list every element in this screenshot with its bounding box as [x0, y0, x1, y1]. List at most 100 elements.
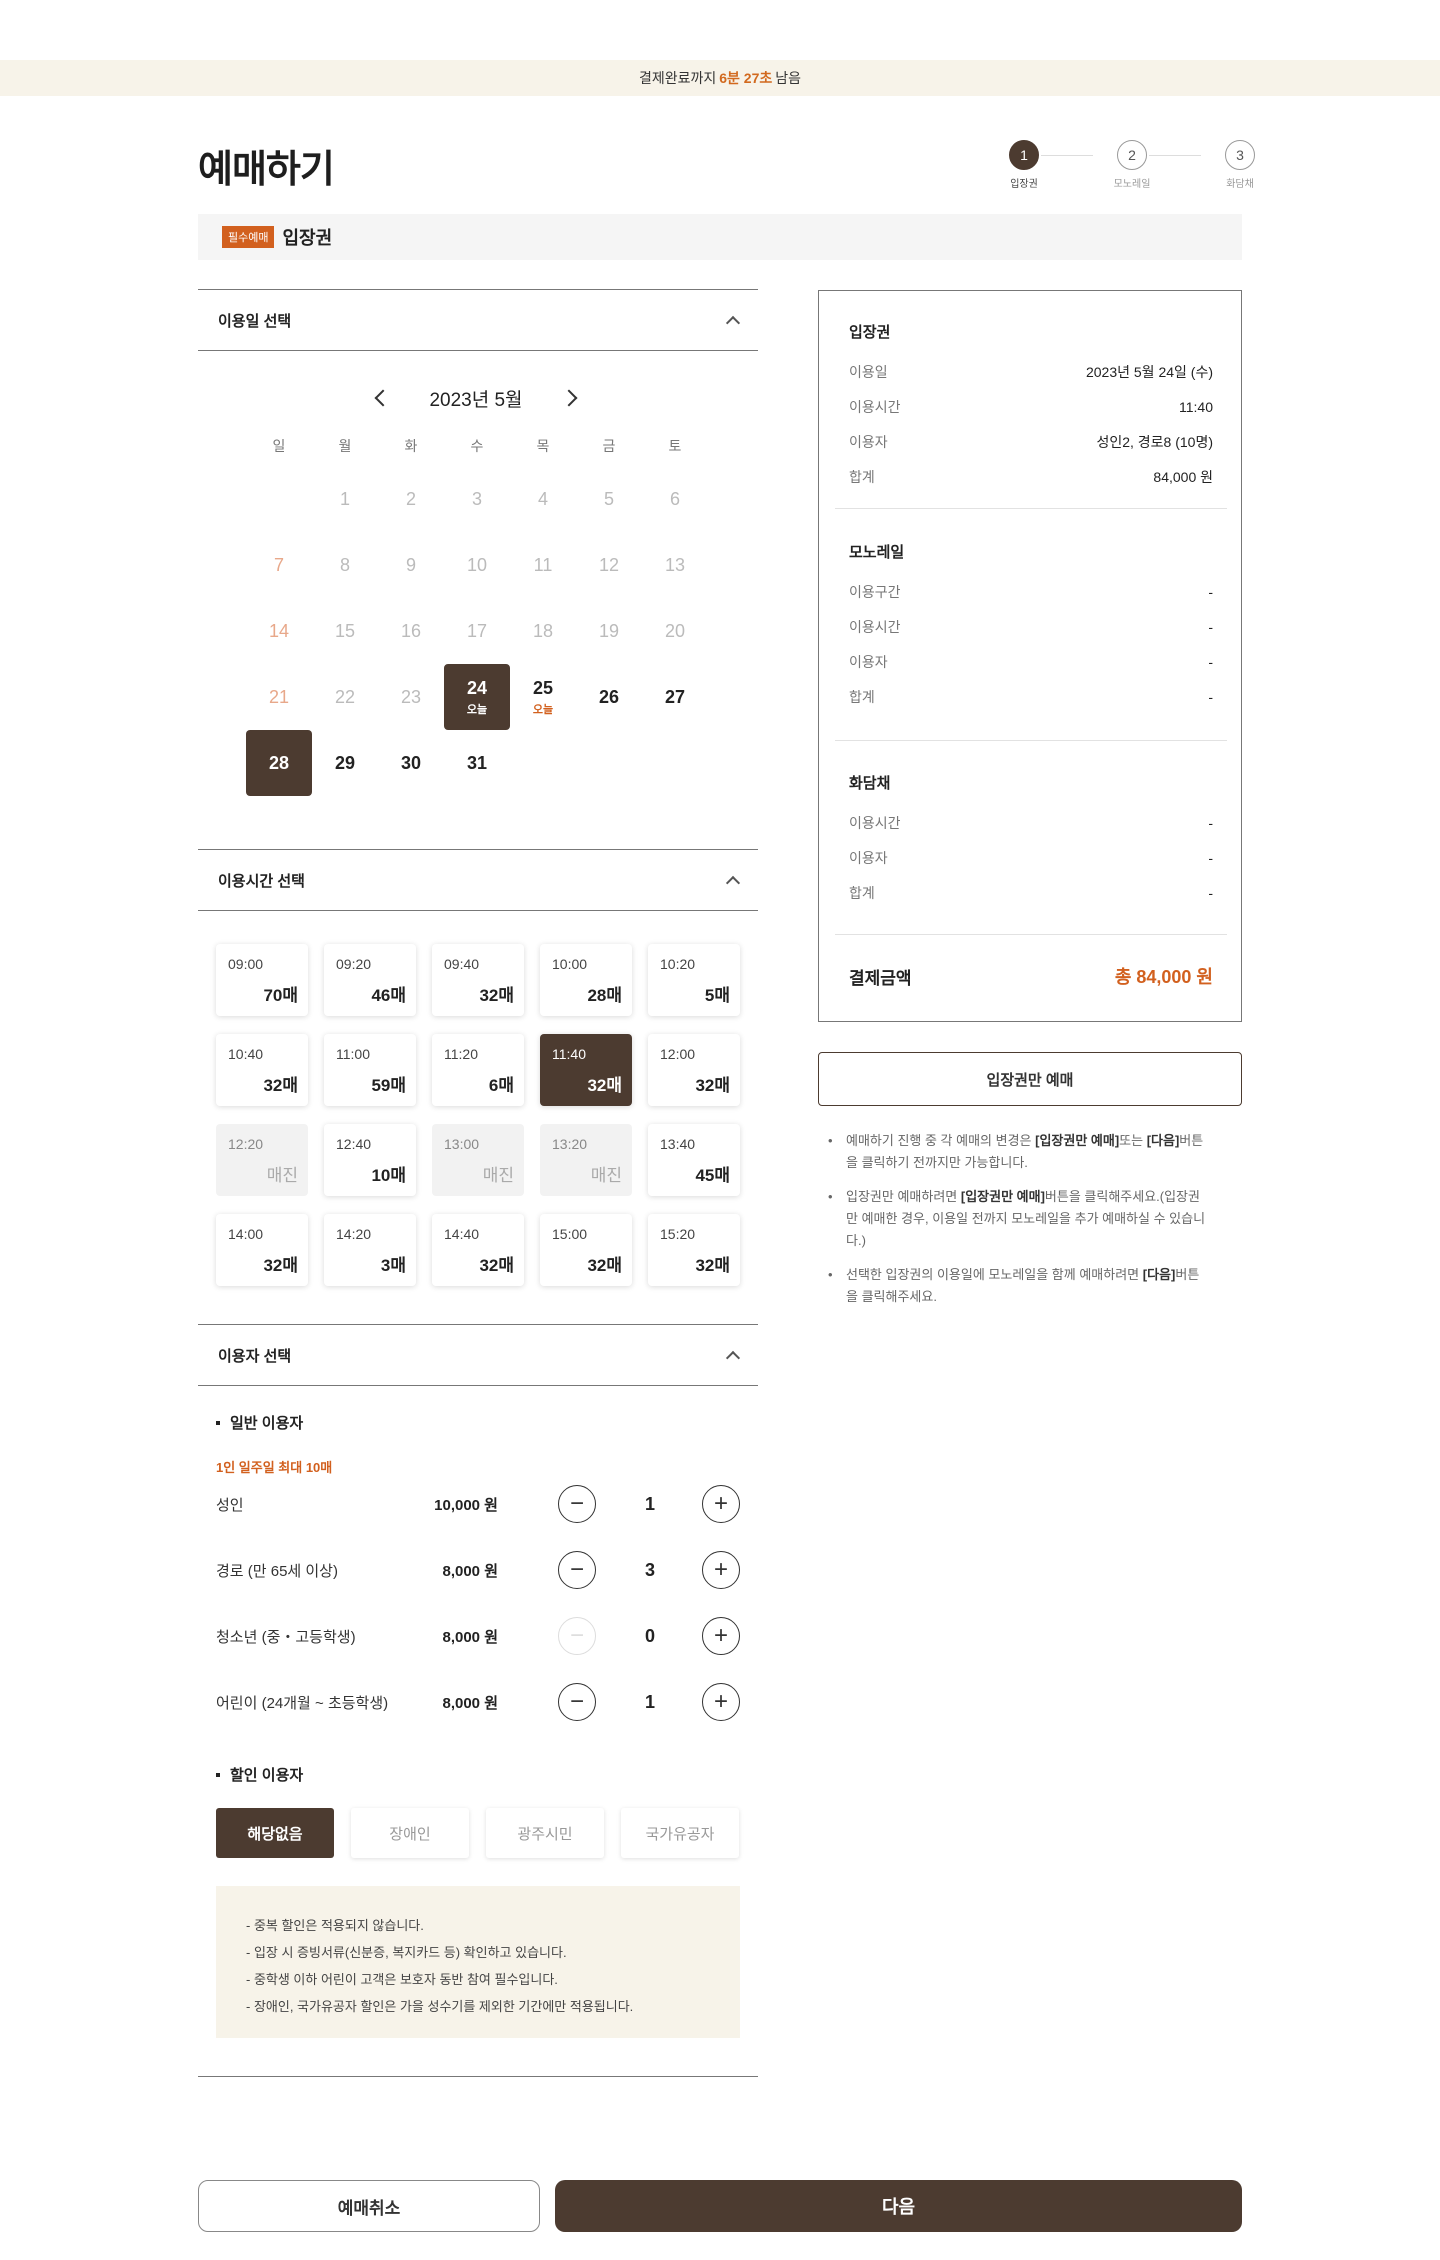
discount-option[interactable]: 광주시민 — [486, 1808, 604, 1858]
chevron-right-icon[interactable] — [560, 389, 578, 407]
plus-icon[interactable]: + — [702, 1617, 740, 1655]
calendar-day[interactable]: 27 — [642, 664, 708, 730]
calendar-day[interactable]: 26 — [576, 664, 642, 730]
divider — [835, 508, 1227, 509]
day-number: 29 — [334, 752, 356, 773]
minus-icon[interactable]: − — [558, 1551, 596, 1589]
minus-icon[interactable]: − — [558, 1683, 596, 1721]
calendar-day: 12 — [576, 532, 642, 598]
day-number: 20 — [664, 620, 686, 641]
time-slot[interactable]: 15:00 32매 — [540, 1214, 632, 1286]
info-item: 예매하기 진행 중 각 예매의 변경은 [입장권만 예매]또는 [다음]버튼을 … — [828, 1130, 1208, 1174]
time-slot[interactable]: 10:00 28매 — [540, 944, 632, 1016]
timer-prefix: 결제완료까지 — [638, 70, 717, 86]
info-emphasis: [입장권만 예매] — [960, 1189, 1045, 1204]
time-slot[interactable]: 14:00 32매 — [216, 1214, 308, 1286]
time-slot-grid: 09:00 70매 09:20 46매 09:40 32매 10:00 28매 10:20 5매 1… — [216, 944, 740, 1286]
calendar-day[interactable]: 30 — [378, 730, 444, 796]
time-slot[interactable]: 12:40 10매 — [324, 1124, 416, 1196]
calendar-day[interactable]: 25 오늘 — [510, 664, 576, 730]
day-number: 5 — [603, 488, 614, 509]
chevron-left-icon[interactable] — [374, 389, 392, 407]
purchase-limit: 1인 일주일 최대 10매 — [216, 1460, 333, 1475]
plus-icon[interactable]: + — [702, 1551, 740, 1589]
calendar-day: 19 — [576, 598, 642, 664]
discount-option[interactable]: 해당없음 — [216, 1808, 334, 1858]
summary-monorail: 모노레일 이용구간 - 이용시간 - 이용자 - 합계 - — [849, 541, 1213, 714]
order-summary: 입장권 이용일 2023년 5월 24일 (수) 이용시간 11:40 이용자 성인2, … — [818, 290, 1242, 1022]
weekday-label: 목 — [536, 438, 550, 454]
total-value: 총 84,000 원 — [1114, 967, 1213, 987]
next-button[interactable]: 다음 — [555, 2180, 1242, 2232]
day-number: 8 — [339, 554, 350, 575]
slot-time: 11:40 — [552, 1046, 586, 1062]
time-slot[interactable]: 12:00 32매 — [648, 1034, 740, 1106]
time-slot[interactable]: 09:00 70매 — [216, 944, 308, 1016]
time-slot[interactable]: 14:40 32매 — [432, 1214, 524, 1286]
calendar-day: 17 — [444, 598, 510, 664]
quantity-value: 3 — [644, 1559, 655, 1580]
note-line: - 장애인, 국가유공자 할인은 가을 성수기를 제외한 기간에만 적용됩니다. — [246, 1999, 634, 2014]
time-slot[interactable]: 10:40 32매 — [216, 1034, 308, 1106]
minus-icon[interactable]: − — [558, 1485, 596, 1523]
summary-row: 합계 - — [849, 679, 1213, 714]
day-number: 27 — [664, 686, 686, 707]
discount-option[interactable]: 국가유공자 — [621, 1808, 739, 1858]
time-slot[interactable]: 15:20 32매 — [648, 1214, 740, 1286]
time-slot[interactable]: 10:20 5매 — [648, 944, 740, 1016]
ticket-only-button[interactable]: 입장권만 예매 — [818, 1052, 1242, 1106]
progress-stepper: 1 입장권 2 모노레일 3 화담채 — [994, 140, 1255, 190]
summary-key: 이용자 — [849, 849, 888, 866]
slot-time: 15:00 — [552, 1226, 588, 1242]
time-slot[interactable]: 13:40 45매 — [648, 1124, 740, 1196]
time-accordion-header[interactable]: 이용시간 선택 — [198, 849, 758, 911]
info-emphasis: [다음] — [1146, 1133, 1180, 1148]
divider — [835, 934, 1227, 935]
discount-option[interactable]: 장애인 — [351, 1808, 469, 1858]
user-accordion-title: 이용자 선택 — [218, 1347, 292, 1365]
plus-icon[interactable]: + — [702, 1683, 740, 1721]
day-number: 18 — [532, 620, 554, 641]
time-slot[interactable]: 11:00 59매 — [324, 1034, 416, 1106]
calendar-day: 20 — [642, 598, 708, 664]
slot-count: 32매 — [587, 1076, 622, 1095]
divider — [198, 2076, 758, 2077]
calendar-day: 5 — [576, 466, 642, 532]
time-slot: 13:00 매진 — [432, 1124, 524, 1196]
required-badge: 필수예매 — [222, 226, 275, 248]
slot-count: 70매 — [263, 986, 298, 1005]
info-list: 예매하기 진행 중 각 예매의 변경은 [입장권만 예매]또는 [다음]버튼을 … — [828, 1130, 1208, 1320]
summary-value: 2023년 5월 24일 (수) — [1085, 363, 1213, 380]
day-number: 4 — [537, 488, 548, 509]
summary-monorail-title: 모노레일 — [849, 544, 905, 561]
slot-count: 매진 — [266, 1166, 298, 1185]
time-slot[interactable]: 09:20 46매 — [324, 944, 416, 1016]
time-slot[interactable]: 14:20 3매 — [324, 1214, 416, 1286]
slot-count: 3매 — [380, 1256, 406, 1275]
summary-key: 이용시간 — [849, 814, 901, 831]
summary-key: 이용구간 — [849, 583, 901, 600]
time-slot[interactable]: 11:20 6매 — [432, 1034, 524, 1106]
day-number: 16 — [400, 620, 422, 641]
calendar-day[interactable]: 28 — [246, 730, 312, 796]
calendar-day[interactable]: 24 오늘 — [444, 664, 510, 730]
time-slot[interactable]: 09:40 32매 — [432, 944, 524, 1016]
calendar-day[interactable]: 29 — [312, 730, 378, 796]
info-text: 예매하기 진행 중 각 예매의 변경은 — [846, 1133, 1036, 1148]
cancel-button[interactable]: 예매취소 — [198, 2180, 540, 2232]
calendar-day[interactable]: 31 — [444, 730, 510, 796]
day-number: 23 — [400, 686, 422, 707]
summary-row: 이용구간 - — [849, 574, 1213, 609]
summary-row: 합계 84,000 원 — [849, 459, 1213, 494]
calendar-day: 22 — [312, 664, 378, 730]
user-accordion-header[interactable]: 이용자 선택 — [198, 1324, 758, 1386]
summary-key: 이용시간 — [849, 398, 901, 415]
minus-icon: − — [558, 1617, 596, 1655]
plus-icon[interactable]: + — [702, 1485, 740, 1523]
calendar-day: 4 — [510, 466, 576, 532]
date-accordion-header[interactable]: 이용일 선택 — [198, 289, 758, 351]
time-slot[interactable]: 11:40 32매 — [540, 1034, 632, 1106]
note-line: - 중복 할인은 적용되지 않습니다. — [246, 1918, 424, 1933]
calendar-day: 7 — [246, 532, 312, 598]
summary-ticket-title: 입장권 — [849, 324, 891, 341]
